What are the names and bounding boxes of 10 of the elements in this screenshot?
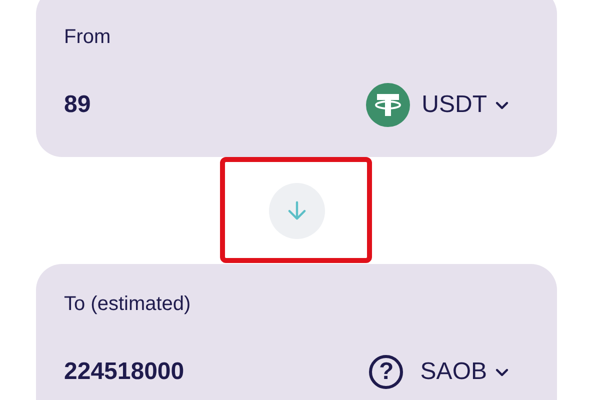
amount-value: 89 xyxy=(64,91,91,119)
question-icon: ? xyxy=(369,355,404,389)
caret-icon xyxy=(495,100,509,110)
field-label: From xyxy=(64,25,112,49)
amount-value: 224518000 xyxy=(64,358,184,386)
token-selector[interactable]: ? SAOB xyxy=(364,350,509,394)
token-icon xyxy=(366,83,410,127)
field-label: To (estimated) xyxy=(64,292,192,316)
token-selector[interactable]: USDT xyxy=(366,83,509,127)
caret-icon xyxy=(495,368,509,376)
